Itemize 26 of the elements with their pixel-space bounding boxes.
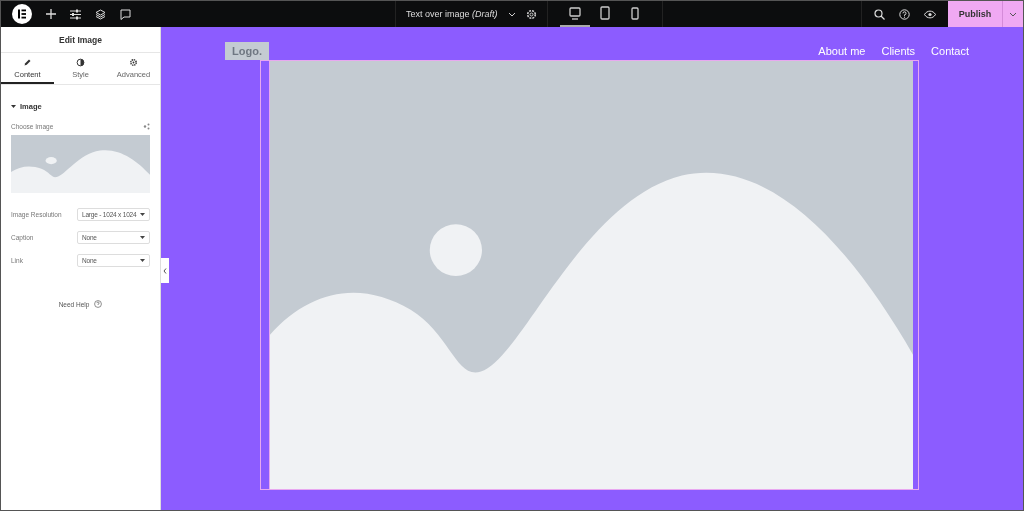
document-title[interactable]: Text over image (Draft) [406, 9, 498, 19]
chevron-down-icon [1009, 11, 1017, 17]
contrast-icon [76, 58, 85, 67]
chevron-down-icon[interactable] [507, 11, 516, 17]
eye-icon[interactable] [924, 9, 936, 19]
publish-button[interactable]: Publish [948, 1, 1002, 27]
comment-icon[interactable] [120, 8, 131, 20]
settings-icon[interactable] [525, 8, 537, 20]
sliders-icon[interactable] [70, 8, 81, 20]
nav-link[interactable]: Contact [931, 45, 969, 57]
layers-icon[interactable] [95, 8, 106, 20]
caret-icon [140, 236, 145, 239]
add-icon[interactable] [46, 9, 56, 19]
gear-icon [129, 58, 138, 67]
chevron-left-icon [163, 267, 167, 274]
dynamic-tags-icon[interactable] [143, 123, 150, 130]
nav-link[interactable]: About me [818, 45, 866, 57]
desktop-icon [566, 5, 583, 21]
caret-icon [140, 213, 145, 216]
search-icon[interactable] [874, 8, 885, 20]
logo-icon[interactable] [12, 4, 32, 24]
caret-icon [140, 259, 145, 262]
nav-link[interactable]: Clients [881, 45, 916, 57]
panel-title: Edit Image [1, 27, 160, 53]
pencil-icon [23, 58, 32, 67]
caret-icon [11, 104, 16, 109]
